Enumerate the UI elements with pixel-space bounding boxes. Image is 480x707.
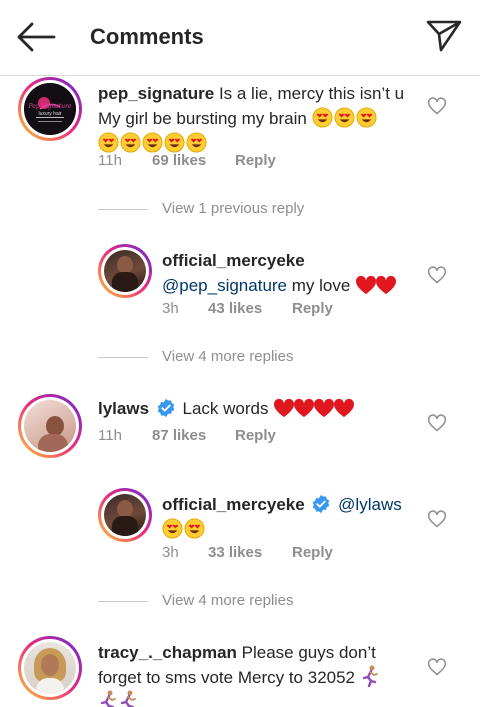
comment-meta: 3h 43 likes Reply <box>162 300 402 320</box>
comment-text: Lack words <box>182 399 269 418</box>
comment-time: 3h <box>162 300 179 317</box>
comment-username[interactable]: pep_signature <box>98 84 214 103</box>
comment-text-line2: My girl be bursting my brain <box>98 109 307 128</box>
verified-badge-icon <box>313 494 330 514</box>
comment-meta: 3h 33 likes Reply <box>162 544 402 564</box>
red-heart-emoji <box>376 275 397 295</box>
reply-body: official_mercyeke @lylaws <box>162 492 422 542</box>
heart-eyes-emoji <box>164 132 185 153</box>
avatar[interactable] <box>18 636 82 700</box>
divider-line <box>98 357 148 358</box>
red-heart-emoji <box>314 398 335 418</box>
like-heart-icon[interactable] <box>427 657 447 677</box>
red-heart-emoji <box>334 398 355 418</box>
comment-username[interactable]: lylaws <box>98 399 149 418</box>
like-heart-icon[interactable] <box>427 265 447 285</box>
comment-time: 3h <box>162 544 179 561</box>
like-heart-icon[interactable] <box>427 413 447 433</box>
comment-likes[interactable]: 69 likes <box>152 152 206 169</box>
comment-meta: 11h 87 likes Reply <box>98 427 398 447</box>
reply-button[interactable]: Reply <box>235 427 276 444</box>
comment-time: 11h <box>98 152 122 169</box>
avatar[interactable]: Pep Signature luxury hair <box>18 77 82 141</box>
comment-text: Please guys don’t <box>241 643 376 662</box>
reply-button[interactable]: Reply <box>292 544 333 561</box>
red-heart-emoji <box>294 398 315 418</box>
comment-username[interactable]: tracy_._chapman <box>98 643 237 662</box>
running-woman-emoji <box>100 690 116 707</box>
heart-eyes-emoji <box>162 518 183 539</box>
reply-button[interactable]: Reply <box>235 152 276 169</box>
comment-text: Is a lie, mercy this isn’t u <box>218 84 405 103</box>
heart-eyes-emoji <box>142 132 163 153</box>
reply-button[interactable]: Reply <box>292 300 333 317</box>
comment-time: 11h <box>98 427 122 444</box>
comment-body: tracy_._chapman Please guys don’t forget… <box>98 640 418 707</box>
heart-eyes-emoji-group <box>98 132 208 153</box>
comment-username[interactable]: official_mercyeke <box>162 251 305 270</box>
comment-body: pep_signature Is a lie, mercy this isn’t… <box>98 81 418 156</box>
red-heart-emoji <box>274 398 295 418</box>
avatar-photo-body <box>36 678 64 694</box>
heart-eyes-emoji-group <box>312 107 378 128</box>
heart-eyes-emoji <box>184 518 205 539</box>
comment-meta: 11h 69 likes Reply <box>98 152 398 172</box>
view-more-replies[interactable]: View 4 more replies <box>98 592 358 612</box>
logo-text: Pep Signature <box>28 103 72 110</box>
header-bar: Comments <box>0 0 480 76</box>
comment-text: my love <box>291 276 351 295</box>
comment-likes[interactable]: 33 likes <box>208 544 262 561</box>
red-heart-emoji-group <box>355 275 397 295</box>
like-heart-icon[interactable] <box>427 509 447 529</box>
view-more-replies[interactable]: View 4 more replies <box>98 348 358 368</box>
view-replies-label[interactable]: View 1 previous reply <box>162 200 304 217</box>
view-replies-label[interactable]: View 4 more replies <box>162 348 293 365</box>
reply-body: official_mercyeke @pep_signature my love <box>162 248 422 298</box>
avatar-photo <box>41 654 59 676</box>
view-replies-label[interactable]: View 4 more replies <box>162 592 293 609</box>
running-emoji-group <box>98 690 138 707</box>
comment-body: lylaws Lack words <box>98 396 418 421</box>
comment-text-line2: forget to sms vote Mercy to 32052 <box>98 668 356 687</box>
avatar[interactable] <box>98 244 152 298</box>
red-heart-emoji <box>356 275 377 295</box>
like-heart-icon[interactable] <box>427 96 447 116</box>
heart-eyes-emoji-group <box>162 518 206 539</box>
avatar-photo-body <box>112 516 138 536</box>
avatar-photo-body <box>38 434 68 452</box>
direct-message-icon[interactable] <box>424 18 464 54</box>
heart-eyes-emoji <box>334 107 355 128</box>
mention-link[interactable]: @pep_signature <box>162 276 287 295</box>
avatar[interactable] <box>18 394 82 458</box>
divider-line <box>98 601 148 602</box>
avatar[interactable] <box>98 488 152 542</box>
divider-line <box>98 209 148 210</box>
running-woman-emoji <box>120 690 136 707</box>
comment-likes[interactable]: 43 likes <box>208 300 262 317</box>
heart-eyes-emoji <box>312 107 333 128</box>
red-heart-emoji-group <box>273 398 355 418</box>
comment-username[interactable]: official_mercyeke <box>162 495 305 514</box>
page-title: Comments <box>90 24 204 49</box>
heart-eyes-emoji <box>98 132 119 153</box>
avatar-photo <box>46 416 64 436</box>
heart-eyes-emoji <box>186 132 207 153</box>
view-previous-replies[interactable]: View 1 previous reply <box>98 200 358 220</box>
mention-link[interactable]: @lylaws <box>338 495 402 514</box>
verified-badge-icon <box>157 398 175 418</box>
comment-likes[interactable]: 87 likes <box>152 427 206 444</box>
logo-subtext: luxury hair <box>38 111 62 117</box>
heart-eyes-emoji <box>356 107 377 128</box>
heart-eyes-emoji <box>120 132 141 153</box>
back-arrow-icon[interactable] <box>14 20 58 54</box>
running-woman-emoji <box>362 665 378 687</box>
avatar-photo-body <box>112 272 138 292</box>
